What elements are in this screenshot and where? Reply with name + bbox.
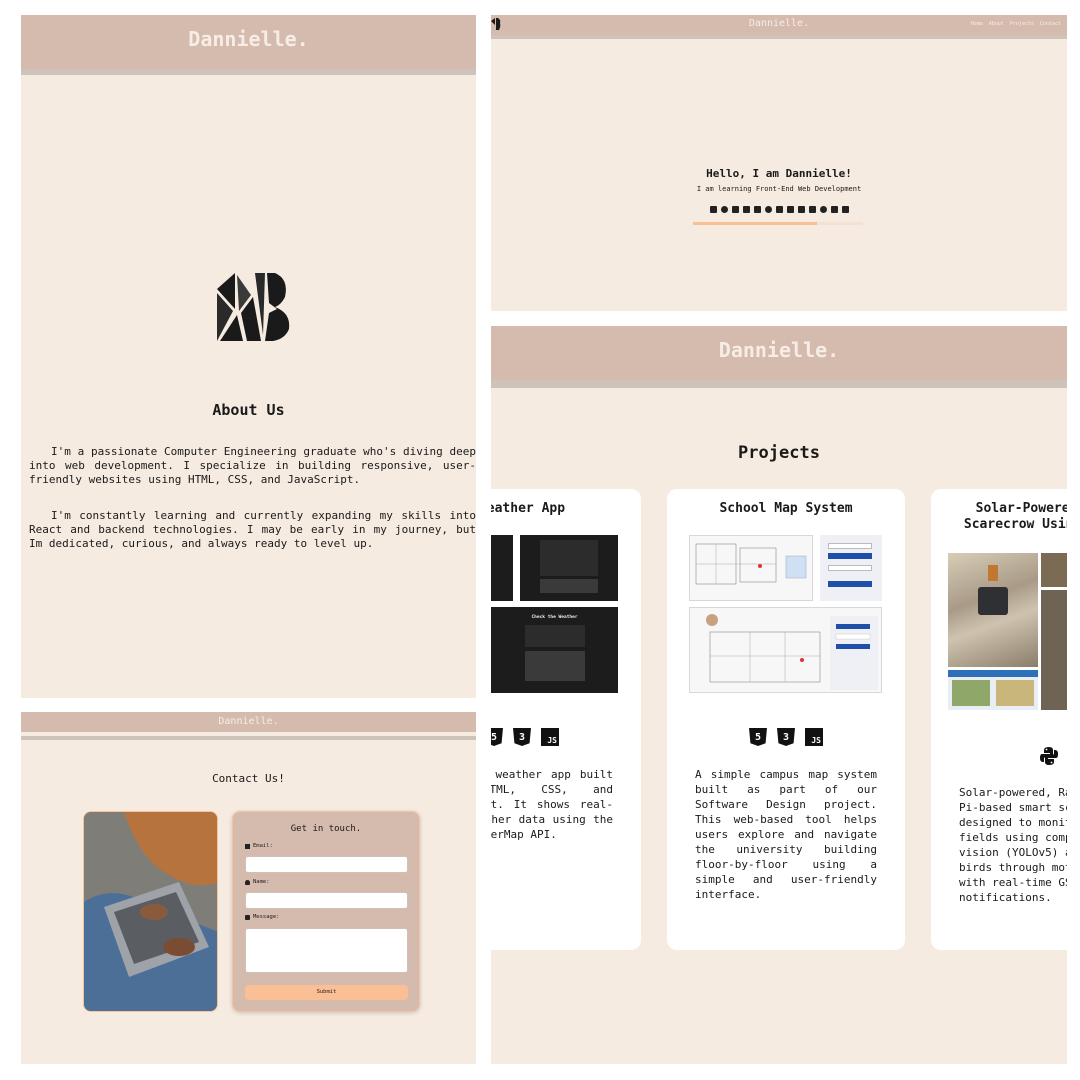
header-divider xyxy=(21,69,476,75)
html5-icon: 5 xyxy=(491,728,503,746)
message-label: Message: xyxy=(253,914,280,920)
mysql-icon xyxy=(731,206,739,213)
about-paragraph-1: I'm a passionate Computer Engineering gr… xyxy=(29,445,476,486)
brand-logo-text[interactable]: Dannielle. xyxy=(21,27,476,51)
tech-badges: 5 3 JS xyxy=(667,728,905,746)
project-title: Solar-Powered Smart Scarecrow Using Yolo… xyxy=(963,501,1067,532)
project-screenshot xyxy=(820,535,882,601)
css3-icon: 3 xyxy=(513,728,531,746)
comment-icon xyxy=(245,914,250,920)
project-title: School Map System xyxy=(719,501,853,516)
project-card-solar-scarecrow[interactable]: Solar-Powered Smart Scarecrow Using Yolo… xyxy=(931,489,1067,950)
projects-panel: Dannielle. Projects Weather App Check th… xyxy=(491,326,1067,1064)
python-icon xyxy=(1040,747,1058,765)
hero-panel: Dannielle. Home About Projects Contact H… xyxy=(491,15,1067,311)
project-screenshot xyxy=(520,535,618,601)
nav-about[interactable]: About xyxy=(989,21,1004,27)
site-header: Dannielle. Home About Projects Contact xyxy=(491,15,1067,35)
nav-home[interactable]: Home xyxy=(971,21,983,27)
email-label-row: Email: xyxy=(245,843,273,849)
project-description: Solar-powered, Raspberry Pi-based smart … xyxy=(959,786,1067,904)
project-description: A simple weather app built with HTML, CS… xyxy=(491,768,613,841)
java-icon xyxy=(709,206,717,213)
email-label: Email: xyxy=(253,843,273,849)
message-label-row: Message: xyxy=(245,914,280,920)
project-screenshot: Check the Weather xyxy=(491,607,618,693)
project-card-weather-app[interactable]: Weather App Check the Weather 5 3 JS A s… xyxy=(491,489,641,950)
git-icon xyxy=(753,206,761,213)
contact-form: Get in touch. Email: Name: Message: Subm… xyxy=(232,811,420,1012)
javascript-icon: JS xyxy=(541,728,559,746)
tech-stack-icons xyxy=(491,206,1067,213)
project-screenshot xyxy=(689,607,882,693)
name-label: Name: xyxy=(253,879,270,885)
javascript-icon: JS xyxy=(805,728,823,746)
about-panel: Dannielle. About Us I'm a passionate Com… xyxy=(21,15,476,698)
laptop-photo xyxy=(83,811,218,1012)
project-description: A simple campus map system built as part… xyxy=(695,768,877,901)
dn-monogram-logo xyxy=(217,273,290,341)
screenshot-caption: Check the Weather xyxy=(531,615,578,620)
project-title: Weather App xyxy=(491,501,566,516)
user-icon xyxy=(245,879,250,885)
skill-progress-bar xyxy=(693,222,863,225)
nav-contact[interactable]: Contact xyxy=(1040,21,1061,27)
tech-badges: 5 3 JS xyxy=(491,728,641,746)
envelope-icon xyxy=(245,843,250,849)
github-icon xyxy=(764,206,772,213)
hero-title: Hello, I am Dannielle! xyxy=(706,167,852,180)
project-photo xyxy=(1041,590,1067,710)
projects-heading: Projects xyxy=(738,443,820,463)
project-screenshot xyxy=(689,535,813,601)
header-divider xyxy=(491,380,1067,388)
nav-projects[interactable]: Projects xyxy=(1010,21,1034,27)
email-field[interactable] xyxy=(245,856,408,873)
html5-icon xyxy=(786,206,794,213)
site-header: Dannielle. xyxy=(21,15,476,69)
python-icon xyxy=(720,206,728,213)
contact-heading: Contact Us! xyxy=(212,772,285,785)
project-screenshot xyxy=(948,670,1038,710)
name-label-row: Name: xyxy=(245,879,270,885)
site-header: Dannielle. xyxy=(21,712,476,732)
site-header: Dannielle. xyxy=(491,326,1067,380)
main-nav: Home About Projects Contact xyxy=(971,21,1061,27)
css3-icon: 3 xyxy=(777,728,795,746)
project-screenshot xyxy=(491,535,513,601)
header-divider xyxy=(491,35,1067,39)
header-divider xyxy=(21,736,476,740)
react-icon xyxy=(819,206,827,213)
contact-panel: Dannielle. Contact Us! Get in touch. Ema… xyxy=(21,712,476,1064)
about-heading: About Us xyxy=(212,401,285,419)
html5-icon: 5 xyxy=(749,728,767,746)
project-photo xyxy=(1041,553,1067,587)
message-field[interactable] xyxy=(245,928,408,973)
project-card-school-map[interactable]: School Map System 5 3 JS A simple campus… xyxy=(667,489,905,950)
about-paragraph-2: I'm constantly learning and currently ex… xyxy=(29,509,476,550)
docker-icon xyxy=(742,206,750,213)
gitlab-icon xyxy=(775,206,783,213)
javascript-icon xyxy=(808,206,816,213)
css3-icon xyxy=(797,206,805,213)
brand-logo-text[interactable]: Dannielle. xyxy=(21,716,476,727)
skill-progress-fill xyxy=(693,222,818,225)
brand-logo-text[interactable]: Dannielle. xyxy=(491,338,1067,362)
express-icon xyxy=(830,206,838,213)
hero-subtitle: I am learning Front-End Web Development xyxy=(696,185,862,193)
vite-icon xyxy=(841,206,849,213)
form-title: Get in touch. xyxy=(290,824,362,834)
project-photo xyxy=(948,553,1038,667)
name-field[interactable] xyxy=(245,892,408,909)
submit-button[interactable]: Submit xyxy=(245,985,408,1000)
